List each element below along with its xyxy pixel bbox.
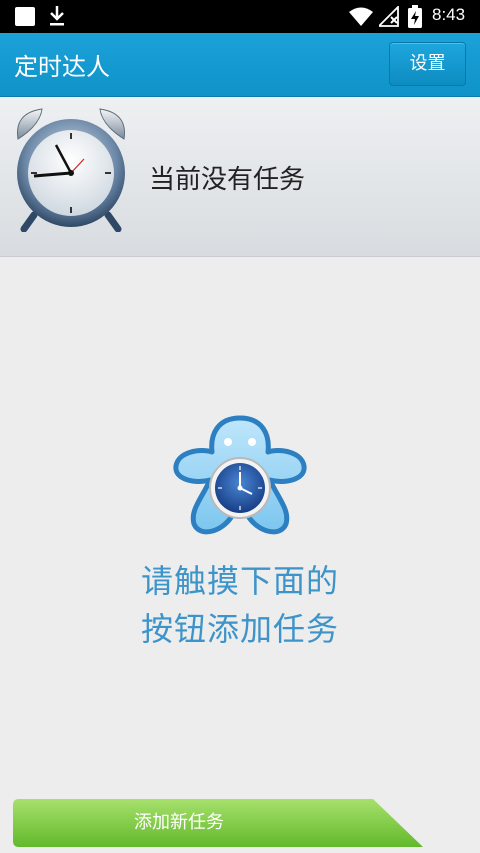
app-bar: 定时达人 设置 — [0, 33, 480, 97]
status-time: 8:43 — [432, 5, 466, 24]
download-icon — [50, 6, 64, 26]
app-title: 定时达人 — [14, 53, 110, 81]
empty-hint-line1: 请触摸下面的 — [140, 562, 339, 600]
alarm-clock-icon — [17, 108, 125, 232]
no-task-status: 当前没有任务 — [149, 165, 306, 195]
no-signal-icon — [379, 6, 399, 27]
wifi-icon — [349, 7, 373, 26]
settings-button[interactable]: 设置 — [389, 42, 466, 86]
battery-charging-icon — [408, 5, 422, 28]
notification-square-icon — [15, 7, 35, 26]
add-task-button[interactable]: 添加新任务 — [13, 799, 423, 847]
empty-hint-line2: 按钮添加任务 — [140, 610, 339, 648]
mascot-clock-illustration — [173, 415, 307, 535]
status-bar: 8:43 — [0, 0, 480, 33]
task-status-panel: 当前没有任务 — [0, 97, 480, 257]
add-task-button-label: 添加新任务 — [134, 812, 224, 833]
